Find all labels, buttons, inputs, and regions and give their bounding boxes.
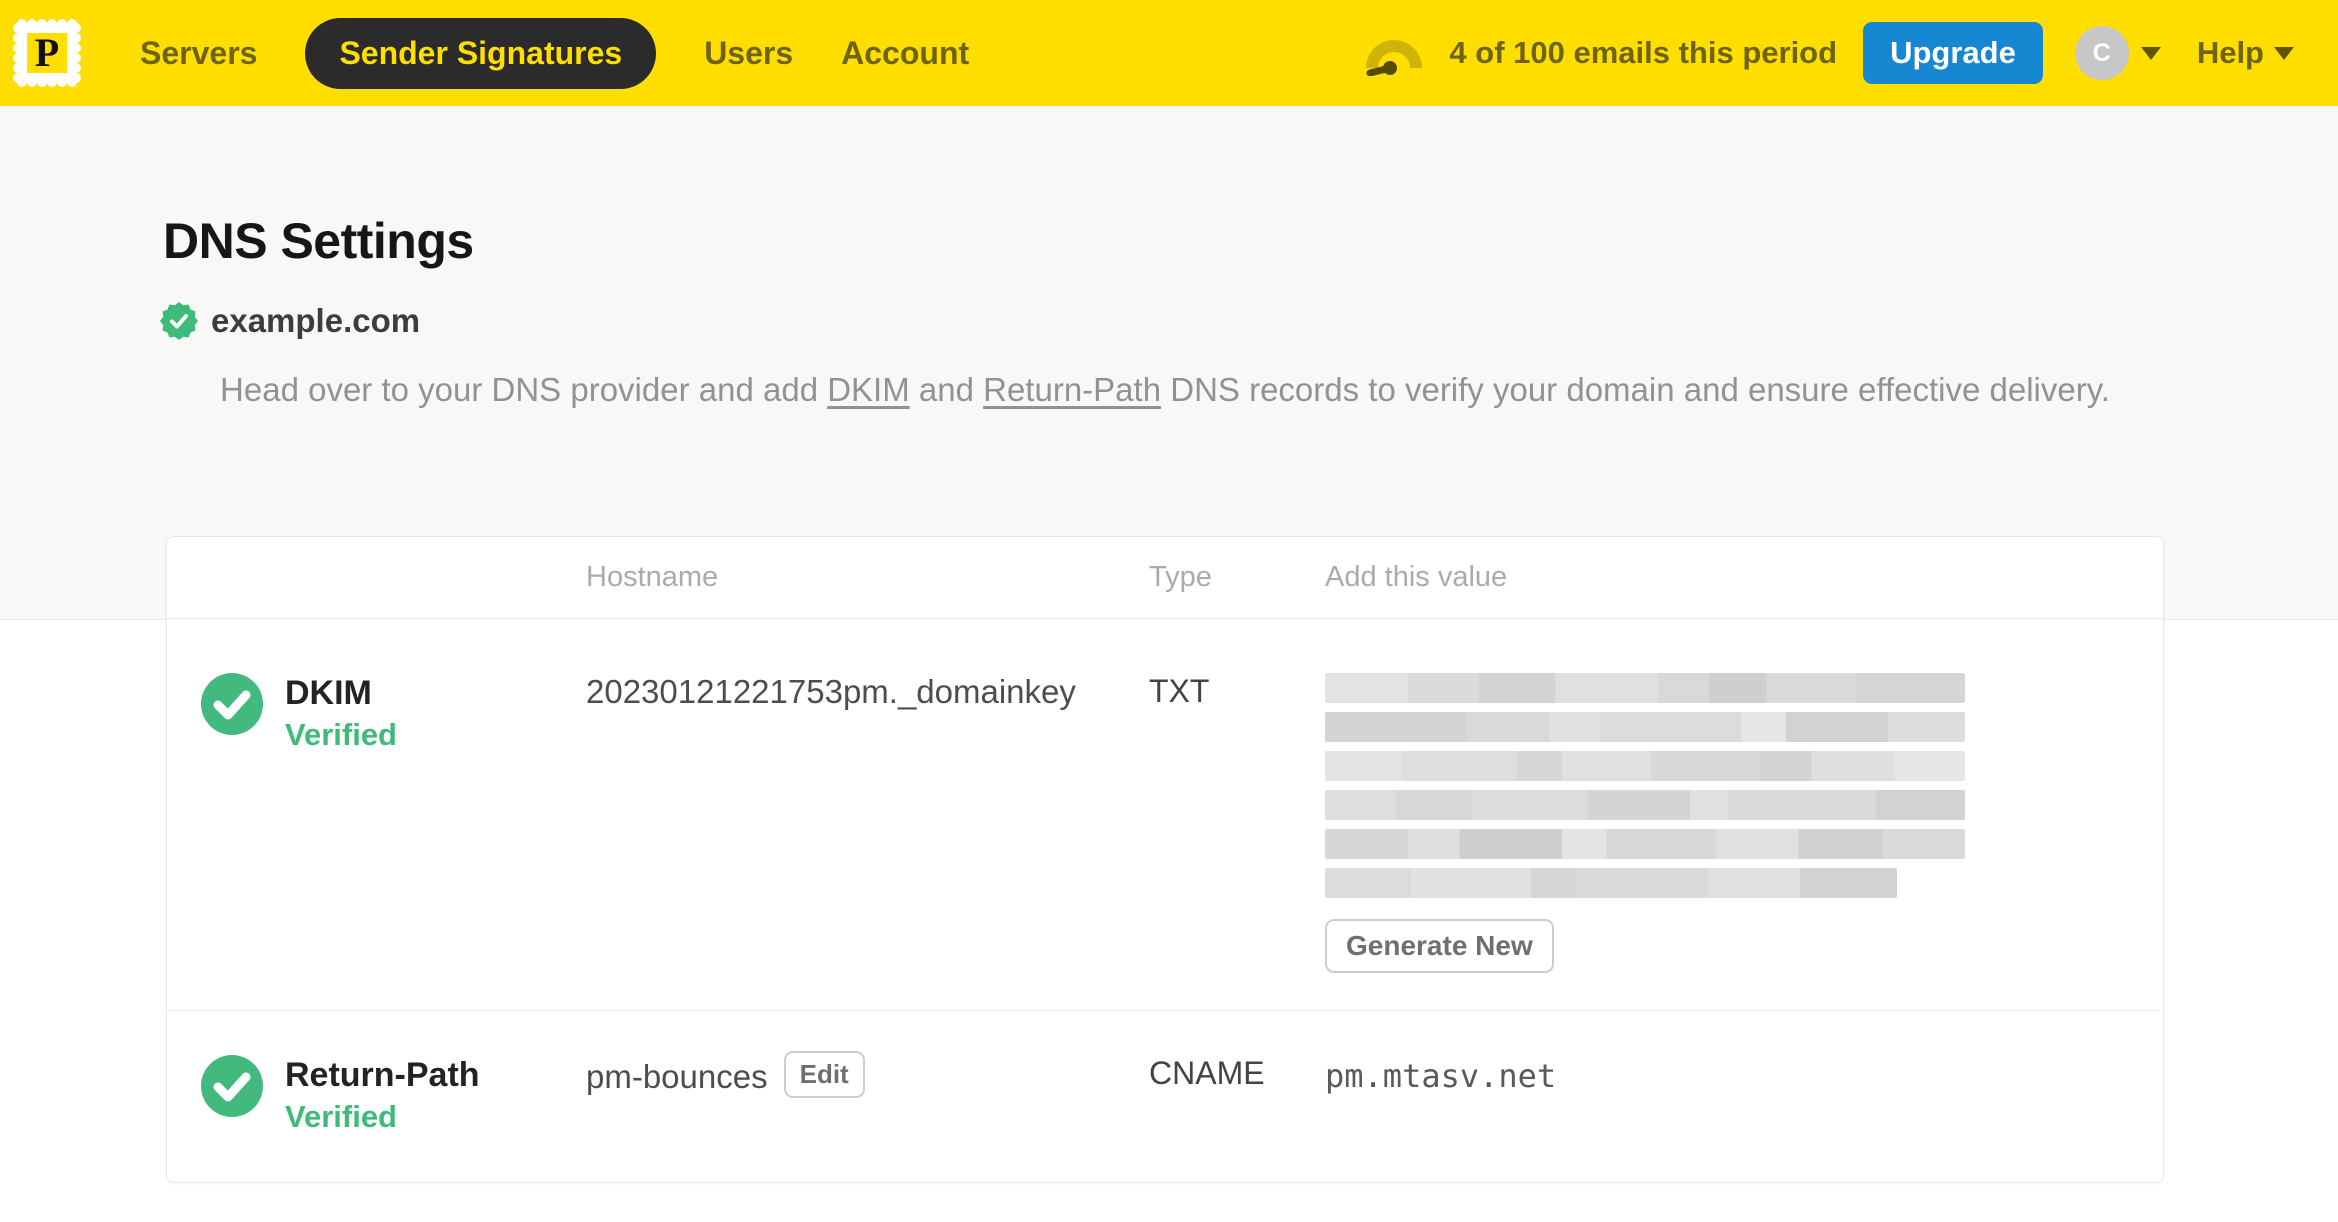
nav-item-users[interactable]: Users: [704, 35, 793, 72]
nav-item-account[interactable]: Account: [841, 35, 969, 72]
verified-seal-icon: [160, 302, 198, 340]
primary-nav: Servers Sender Signatures Users Account: [140, 17, 969, 89]
status-badge: Verified: [285, 1099, 397, 1134]
redacted-line: [1325, 673, 1965, 703]
dkim-hostname: 20230121221753pm._domainkey: [586, 673, 1149, 711]
usage-gauge-icon: [1366, 40, 1423, 76]
redacted-line: [1325, 829, 1965, 859]
return-path-status-cell: Return-Path Verified: [167, 1055, 586, 1135]
hostname-value: 20230121221753pm._domainkey: [586, 673, 1076, 710]
page-title: DNS Settings: [163, 213, 474, 269]
return-path-type: CNAME: [1149, 1055, 1265, 1091]
svg-text:P: P: [35, 30, 59, 75]
top-navbar: P Servers Sender Signatures Users Accoun…: [0, 0, 2338, 106]
status-badge: Verified: [285, 717, 397, 752]
chevron-down-icon: [2140, 46, 2161, 60]
verified-domain: example.com: [160, 302, 420, 340]
nav-item-sender-signatures[interactable]: Sender Signatures: [305, 17, 657, 89]
table-row-return-path: Return-Path Verified pm-bounces Edit CNA…: [167, 1010, 2163, 1183]
record-name: Return-Path: [285, 1056, 480, 1094]
postage-stamp-icon: P: [13, 19, 81, 87]
record-name: DKIM: [285, 674, 372, 712]
instruction-text: DNS records to verify your domain and en…: [1161, 371, 2110, 408]
header-type: Type: [1149, 561, 1212, 593]
redacted-line: [1325, 712, 1965, 742]
dns-records-card: Hostname Type Add this value DKIM Verifi…: [166, 536, 2164, 1183]
return-path-labels: Return-Path Verified: [285, 1055, 480, 1135]
hostname-value: pm-bounces: [586, 1057, 768, 1095]
cname-value: pm.mtasv.net: [1325, 1057, 1557, 1095]
redacted-line: [1325, 751, 1965, 781]
header-hostname: Hostname: [586, 561, 719, 593]
dkim-link[interactable]: DKIM: [827, 371, 910, 408]
table-row-dkim: DKIM Verified 20230121221753pm._domainke…: [167, 619, 2163, 1010]
domain-name: example.com: [211, 302, 421, 339]
navbar-right: 4 of 100 emails this period Upgrade C He…: [1365, 22, 2294, 84]
return-path-hostname: pm-bounces Edit: [586, 1051, 1149, 1098]
redacted-line: [1325, 790, 1965, 820]
table-header-row: Hostname Type Add this value: [167, 537, 2163, 619]
dkim-type: TXT: [1149, 673, 1210, 709]
redacted-line: [1325, 868, 1897, 898]
dkim-status-cell: DKIM Verified: [167, 673, 586, 753]
dns-instructions: Head over to your DNS provider and add D…: [166, 366, 2164, 414]
dns-settings-page: P Servers Sender Signatures Users Accoun…: [0, 0, 2338, 1222]
generate-new-button[interactable]: Generate New: [1325, 919, 1554, 973]
help-label: Help: [2196, 35, 2264, 70]
postmark-logo[interactable]: P: [10, 16, 84, 90]
help-menu[interactable]: Help: [2197, 35, 2294, 71]
usage-counter: 4 of 100 emails this period: [1449, 35, 1838, 70]
return-path-link[interactable]: Return-Path: [983, 371, 1161, 408]
dkim-labels: DKIM Verified: [285, 673, 397, 753]
instruction-text: and: [909, 371, 984, 408]
verified-check-icon: [201, 1055, 263, 1117]
upgrade-button[interactable]: Upgrade: [1863, 22, 2043, 84]
return-path-value-cell: pm.mtasv.net: [1325, 1055, 2163, 1095]
instruction-text: Head over to your DNS provider and add: [220, 371, 828, 408]
avatar[interactable]: C: [2074, 26, 2129, 80]
edit-button[interactable]: Edit: [783, 1051, 865, 1098]
redacted-dkim-value: [1325, 673, 2115, 898]
account-menu[interactable]: C: [2074, 26, 2161, 80]
verified-check-icon: [201, 673, 263, 735]
dkim-value-cell: Generate New: [1325, 673, 2163, 973]
header-value: Add this value: [1325, 561, 1508, 593]
chevron-down-icon: [2274, 46, 2294, 60]
nav-item-servers[interactable]: Servers: [140, 35, 257, 72]
